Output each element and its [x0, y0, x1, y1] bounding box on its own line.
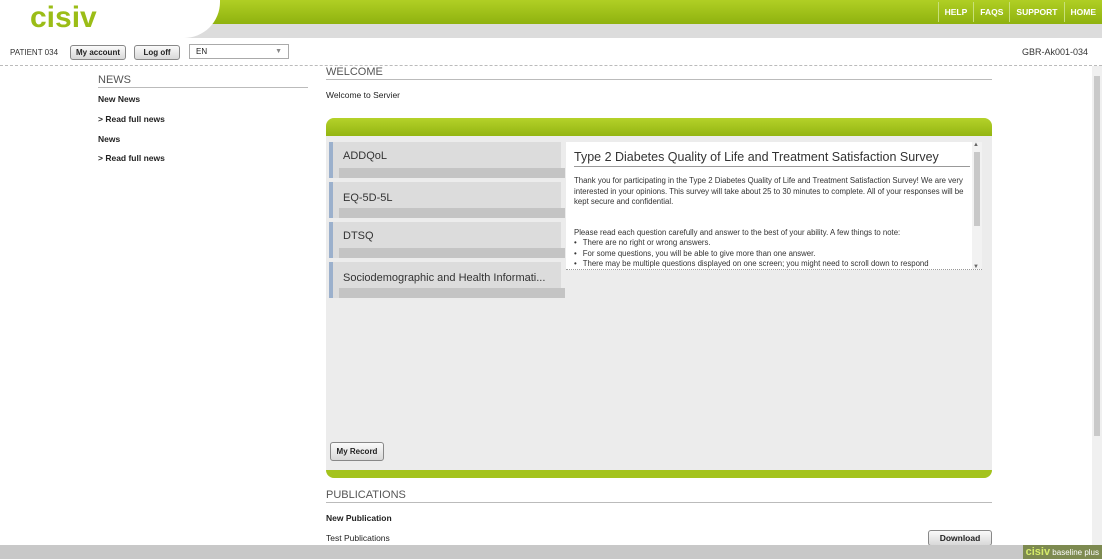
survey-description[interactable]: Type 2 Diabetes Quality of Life and Trea…: [566, 142, 982, 270]
language-value: EN: [196, 47, 208, 56]
progress-bar: [339, 208, 565, 218]
news-heading: NEWS: [98, 74, 308, 88]
language-select[interactable]: EN ▼: [189, 44, 289, 59]
survey-panel: ADDQoL EQ-5D-5L DTSQ Sociodemographic an…: [326, 118, 992, 478]
patient-label: PATIENT 034: [10, 48, 59, 57]
nav-help[interactable]: HELP: [937, 2, 974, 22]
scroll-up-icon[interactable]: ▲: [973, 142, 979, 148]
site-code: GBR-Ak001-034: [1021, 47, 1088, 57]
questionnaire-item-dtsq[interactable]: DTSQ: [329, 222, 565, 258]
survey-title: Type 2 Diabetes Quality of Life and Trea…: [574, 150, 970, 167]
scroll-thumb[interactable]: [974, 152, 980, 226]
description-scrollbar[interactable]: ▲ ▼: [972, 142, 982, 269]
page-scrollbar[interactable]: [1092, 66, 1102, 545]
news-title-1: New News: [98, 94, 141, 104]
user-bar: PATIENT 034 My account Log off EN ▼ GBR-…: [0, 40, 1102, 66]
publication-item: Test Publications: [326, 533, 390, 543]
questionnaire-item-addqol[interactable]: ADDQoL: [329, 142, 565, 178]
questionnaire-label: EQ-5D-5L: [343, 192, 393, 204]
progress-bar: [339, 248, 565, 258]
my-account-button[interactable]: My account: [70, 45, 126, 60]
questionnaire-item-sociodemographic[interactable]: Sociodemographic and Health Informati...: [329, 262, 565, 298]
cisiv-logo[interactable]: cisiv: [30, 0, 97, 36]
welcome-heading: WELCOME: [326, 66, 992, 80]
read-full-news-link-1[interactable]: > Read full news: [98, 114, 165, 124]
survey-intro: Thank you for participating in the Type …: [574, 176, 964, 206]
footer: cisiv baseline plus: [0, 545, 1102, 559]
log-off-button[interactable]: Log off: [134, 45, 180, 60]
news-title-2: News: [98, 134, 121, 144]
page-scroll-thumb[interactable]: [1094, 76, 1100, 436]
progress-bar: [339, 288, 565, 298]
list-item: There are no right or wrong answers.: [574, 238, 970, 249]
publication-title: New Publication: [326, 513, 392, 523]
footer-logo: cisiv baseline plus: [1022, 545, 1102, 559]
questionnaire-item-eq5d5l[interactable]: EQ-5D-5L: [329, 182, 565, 218]
questionnaire-label: Sociodemographic and Health Informati...: [343, 272, 546, 284]
questionnaire-label: ADDQoL: [343, 150, 388, 162]
my-record-button[interactable]: My Record: [330, 442, 384, 461]
chevron-down-icon: ▼: [275, 48, 282, 55]
nav-faqs[interactable]: FAQS: [973, 2, 1009, 22]
nav-home[interactable]: HOME: [1063, 2, 1102, 22]
questionnaire-label: DTSQ: [343, 230, 374, 242]
publications-heading: PUBLICATIONS: [326, 489, 992, 503]
list-item: For some questions, you will be able to …: [574, 249, 970, 260]
panel-footer-bar: [326, 470, 992, 478]
footer-tagline: baseline plus: [1052, 548, 1099, 557]
welcome-text: Welcome to Servier: [326, 90, 401, 100]
survey-notes-list: There are no right or wrong answers. For…: [574, 238, 970, 269]
panel-header-bar: [326, 118, 992, 136]
nav-support[interactable]: SUPPORT: [1009, 2, 1063, 22]
list-item: There may be multiple questions displaye…: [574, 259, 970, 269]
survey-instructions: Please read each question carefully and …: [574, 228, 901, 237]
read-full-news-link-2[interactable]: > Read full news: [98, 153, 165, 163]
top-bar: cisiv HELP FAQS SUPPORT HOME: [0, 0, 1102, 38]
logo-container: cisiv: [0, 0, 220, 38]
scroll-down-icon[interactable]: ▼: [973, 264, 979, 269]
footer-brand: cisiv: [1025, 546, 1051, 558]
top-nav: HELP FAQS SUPPORT HOME: [937, 2, 1102, 22]
progress-bar: [339, 168, 565, 178]
download-button[interactable]: Download: [928, 530, 992, 546]
